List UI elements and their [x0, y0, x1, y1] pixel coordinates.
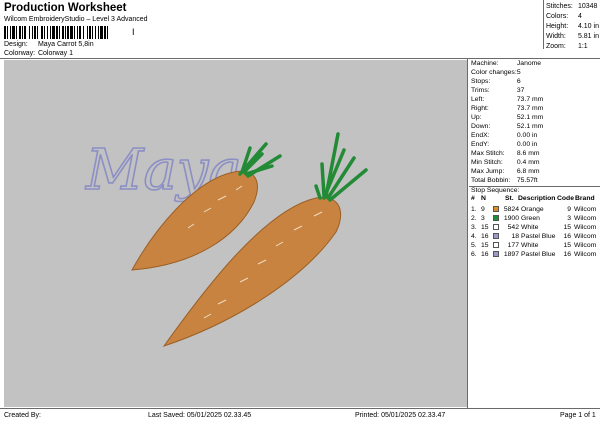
info-machine: Machine: Janome [471, 60, 542, 67]
thread-color-swatch [493, 233, 499, 239]
info-total-bobbin: Total Bobbin: 75.57ft [471, 177, 538, 184]
stat-height: Height: 4.10 in [546, 23, 599, 30]
info-stops: Stops: 6 [471, 78, 521, 85]
info-min-stitch: Min Stitch: 0.4 mm [471, 159, 540, 166]
stop-sequence-row: 1. 9 5824 Orange 9 Wilcom [471, 206, 597, 213]
stop-sequence-row: 4. 16 18 Pastel Blue 16 Wilcom [471, 233, 597, 240]
worksheet-title: Production Worksheet [4, 2, 127, 14]
colorway-row: Colorway: Colorway 1 [4, 50, 73, 57]
footer-created-by: Created By: [4, 412, 41, 419]
info-max-stitch: Max Stitch: 8.6 mm [471, 150, 540, 157]
info-up: Up: 52.1 mm [471, 114, 544, 121]
footer-page: Page 1 of 1 [560, 412, 596, 419]
thread-color-swatch [493, 215, 499, 221]
thread-color-swatch [493, 242, 499, 248]
carrot-left-leaves [238, 142, 282, 178]
stop-sequence-title: Stop Sequence: [471, 187, 520, 194]
barcode [4, 26, 108, 39]
thread-color-swatch [493, 206, 499, 212]
design-label: Design: [4, 41, 28, 48]
summary-stats: Stitches: 10348 Colors: 4 Height: 4.10 i… [546, 2, 599, 52]
stop-sequence-row: 5. 15 177 White 15 Wilcom [471, 242, 597, 249]
footer-last-saved: Last Saved: 05/01/2025 02.33.45 [148, 412, 252, 419]
stat-colors: Colors: 4 [546, 13, 582, 20]
colorway-value: Colorway 1 [37, 50, 73, 57]
stop-sequence-row: 6. 16 1897 Pastel Blue 16 Wilcom [471, 251, 597, 258]
info-trims: Trims: 37 [471, 87, 525, 94]
footer-printed: Printed: 05/01/2025 02.33.47 [355, 412, 446, 419]
info-color-changes: Color changes: 5 [471, 69, 521, 76]
design-value: Maya Carrot 5,8in [37, 41, 94, 48]
design-row: Design: Maya Carrot 5,8in [4, 41, 94, 48]
thread-color-swatch [493, 224, 499, 230]
info-left: Left: 73.7 mm [471, 96, 544, 103]
info-right: Right: 73.7 mm [471, 105, 544, 112]
thread-color-swatch [493, 251, 499, 257]
summary-divider [543, 0, 544, 49]
stat-zoom: Zoom: 1:1 [546, 43, 588, 50]
design-canvas: Maya [4, 60, 467, 407]
barcode-text: I [132, 27, 135, 37]
info-down: Down: 52.1 mm [471, 123, 544, 130]
panel-divider [467, 59, 468, 409]
software-name: Wilcom EmbroideryStudio – Level 3 Advanc… [4, 16, 148, 23]
colorway-label: Colorway: [4, 50, 36, 57]
machine-info-panel: Machine: Janome Color changes: 5 Stops: … [469, 59, 600, 408]
info-endy: EndY: 0.00 in [471, 141, 538, 148]
stop-sequence-row: 3. 15 542 White 15 Wilcom [471, 224, 597, 231]
stop-sequence-header: # N St. Description Code Brand [471, 195, 595, 202]
info-endx: EndX: 0.00 in [471, 132, 538, 139]
stat-stitches: Stitches: 10348 [546, 3, 598, 10]
stop-sequence-row: 2. 3 1900 Green 3 Wilcom [471, 215, 597, 222]
footer-divider [0, 408, 600, 409]
stat-width: Width: 5.81 in [546, 33, 599, 40]
info-max-jump: Max Jump: 6.8 mm [471, 168, 540, 175]
carrot-right-leaves [314, 132, 368, 202]
design-preview: Maya [84, 132, 368, 347]
